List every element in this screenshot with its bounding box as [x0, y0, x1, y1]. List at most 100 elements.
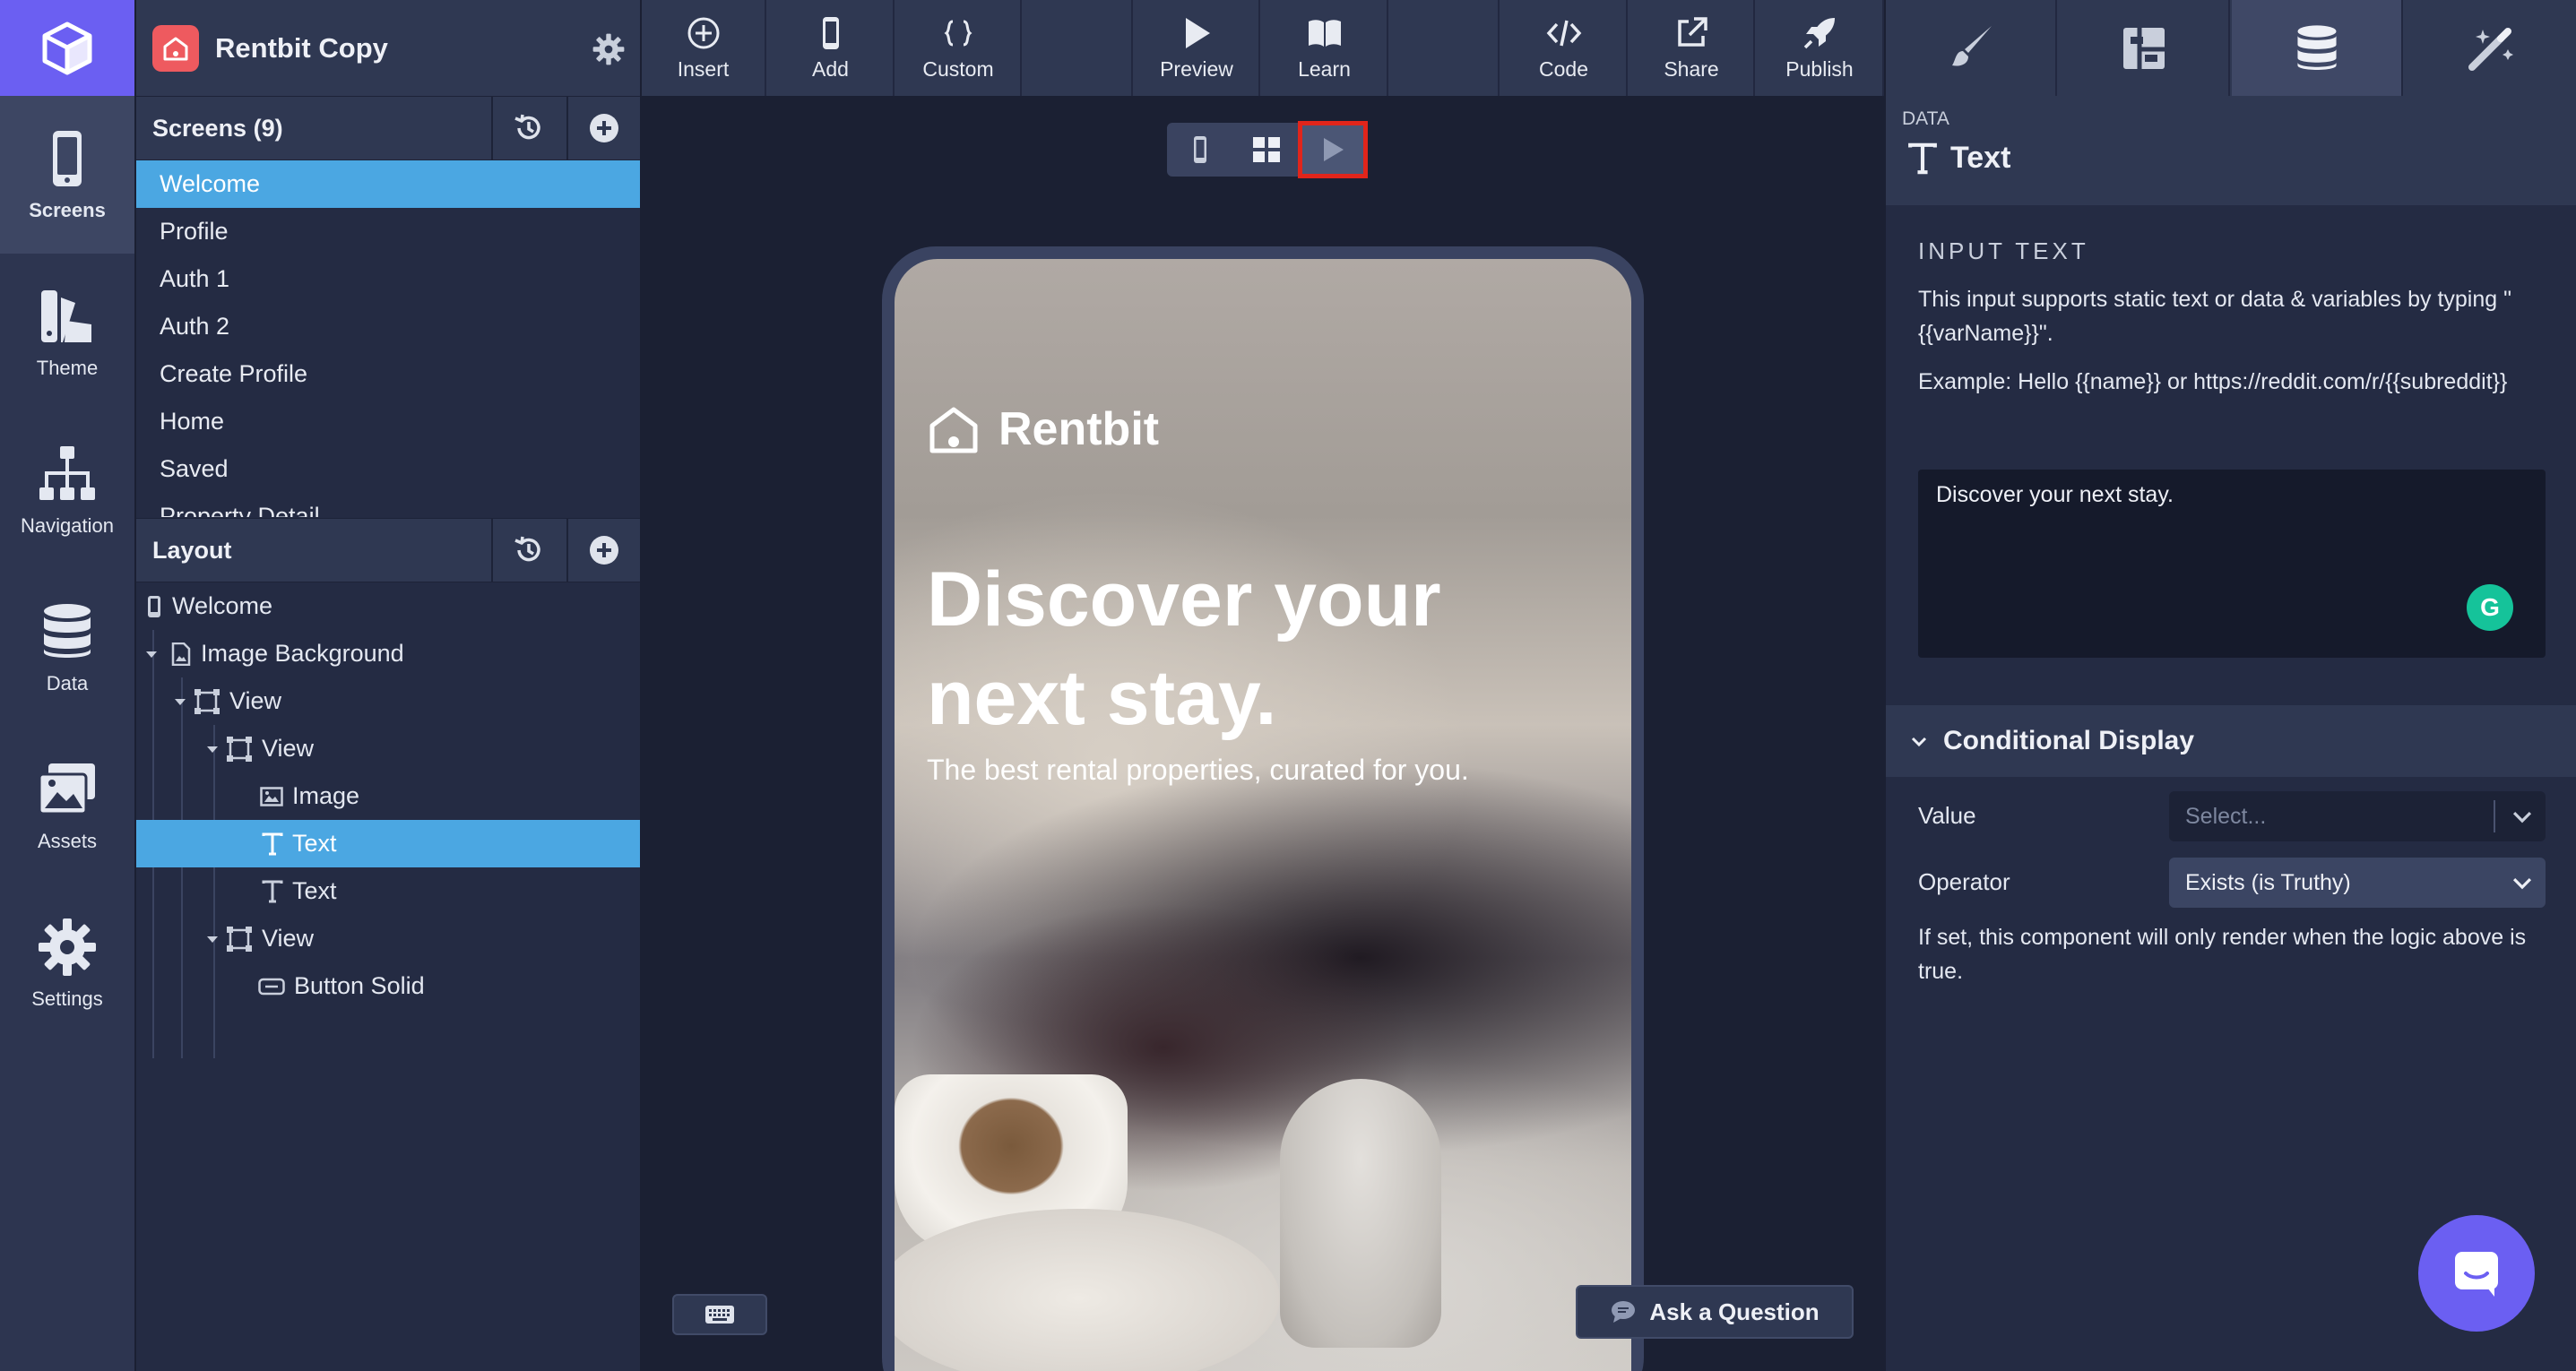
rail-item-assets[interactable]: Assets: [0, 727, 134, 884]
screen-item-create-profile[interactable]: Create Profile: [136, 350, 640, 398]
chevron-down-icon: [1911, 737, 1927, 747]
caret-down-icon[interactable]: [172, 694, 188, 710]
chevron-down-icon: [2512, 812, 2532, 823]
interactive-preview-button[interactable]: [1298, 121, 1368, 178]
input-help-text: This input supports static text or data …: [1918, 287, 2511, 346]
phone-icon: [53, 131, 82, 186]
history-icon: [514, 536, 540, 562]
tab-magic[interactable]: [2405, 0, 2576, 96]
images-icon: [38, 763, 95, 815]
magic-wand-icon: [2468, 27, 2513, 71]
add-label: Add: [812, 57, 849, 81]
single-device-view-button[interactable]: [1167, 123, 1233, 177]
rail-label-theme: Theme: [36, 357, 99, 379]
tree-node-text[interactable]: Text: [136, 867, 640, 915]
play-icon: [1324, 138, 1344, 161]
insert-button[interactable]: Insert: [642, 0, 766, 96]
screen-item-auth-1[interactable]: Auth 1: [136, 255, 640, 303]
rail-item-settings[interactable]: Settings: [0, 884, 134, 1042]
app-logo[interactable]: [0, 0, 134, 96]
caret-down-icon[interactable]: [143, 646, 160, 662]
rail-item-data[interactable]: Data: [0, 569, 134, 727]
toolbar-spacer: [1024, 0, 1133, 96]
value-select-placeholder: Select...: [2185, 803, 2267, 829]
tree-label: Text: [292, 877, 337, 904]
share-button[interactable]: Share: [1629, 0, 1755, 96]
share-external-icon: [1678, 17, 1707, 47]
share-label: Share: [1664, 57, 1719, 81]
welcome-screen-preview: Rentbit Discover your next stay. The bes…: [895, 259, 1631, 1371]
hero-headline[interactable]: Discover your next stay.: [927, 550, 1572, 747]
caret-down-icon[interactable]: [204, 931, 220, 947]
ask-question-button[interactable]: Ask a Question: [1576, 1285, 1854, 1339]
rail-item-navigation[interactable]: Navigation: [0, 411, 134, 569]
preview-label: Preview: [1160, 57, 1233, 81]
properties-title-text: Text: [1950, 141, 2011, 175]
tree-node-button-solid[interactable]: Button Solid: [136, 962, 640, 1010]
button-icon: [258, 978, 285, 995]
plus-circle-outline-icon: [687, 17, 719, 49]
image-file-icon: [171, 642, 191, 666]
grid-view-button[interactable]: [1233, 123, 1300, 177]
layout-history-button[interactable]: [491, 519, 565, 582]
publish-button[interactable]: Publish: [1757, 0, 1884, 96]
tree-node-image-background[interactable]: Image Background: [136, 630, 640, 677]
tree-node-text-selected[interactable]: Text: [136, 820, 640, 867]
plus-circle-icon: [590, 114, 618, 142]
add-button[interactable]: Add: [768, 0, 895, 96]
tab-style[interactable]: [1886, 0, 2057, 96]
tree-node-view[interactable]: View: [136, 915, 640, 962]
rail-label-screens: Screens: [29, 199, 106, 221]
preview-button[interactable]: Preview: [1135, 0, 1260, 96]
rail-item-screens[interactable]: Screens: [0, 96, 134, 254]
conditional-help-text: If set, this component will only render …: [1918, 925, 2527, 984]
tree-node-view[interactable]: View: [136, 725, 640, 772]
properties-category: DATA: [1902, 108, 1949, 129]
house-icon: [929, 407, 978, 453]
learn-button[interactable]: Learn: [1262, 0, 1388, 96]
input-text-field[interactable]: Discover your next stay. G: [1918, 470, 2546, 658]
view-frame-icon: [194, 688, 220, 714]
grammarly-icon[interactable]: G: [2467, 584, 2513, 631]
rail-item-theme[interactable]: Theme: [0, 254, 134, 411]
project-settings-icon[interactable]: [592, 32, 626, 66]
layout-section-header: Layout: [136, 518, 640, 582]
add-screen-button[interactable]: [566, 97, 640, 160]
bird-figurine-photo: [1280, 1079, 1441, 1348]
custom-button[interactable]: Custom: [896, 0, 1022, 96]
phone-icon: [148, 595, 160, 617]
tree-label: Text: [292, 830, 337, 857]
hero-subheadline[interactable]: The best rental properties, curated for …: [927, 754, 1469, 787]
database-icon: [2296, 24, 2337, 70]
support-chat-button[interactable]: [2418, 1215, 2535, 1332]
tree-node-view[interactable]: View: [136, 677, 640, 725]
add-component-button[interactable]: [566, 519, 640, 582]
screen-item-welcome[interactable]: Welcome: [136, 160, 640, 208]
tree-node-welcome[interactable]: Welcome: [136, 582, 640, 630]
text-type-icon: [262, 832, 283, 855]
screen-item-home[interactable]: Home: [136, 398, 640, 445]
keyboard-shortcuts-button[interactable]: [672, 1294, 767, 1335]
design-canvas: Rentbit Discover your next stay. The bes…: [642, 96, 1884, 1371]
screen-item-property-detail[interactable]: Property Detail: [136, 493, 640, 517]
screen-item-saved[interactable]: Saved: [136, 445, 640, 493]
ask-question-label: Ask a Question: [1649, 1298, 1820, 1325]
properties-title: Text: [1907, 141, 2010, 176]
value-select[interactable]: Select...: [2169, 791, 2546, 841]
tree-label: Image: [292, 782, 360, 809]
properties-header: DATA Text: [1886, 96, 2576, 205]
code-button[interactable]: Code: [1501, 0, 1628, 96]
rail-label-assets: Assets: [37, 830, 98, 852]
screens-history-button[interactable]: [491, 97, 565, 160]
screen-item-profile[interactable]: Profile: [136, 208, 640, 255]
screen-item-auth-2[interactable]: Auth 2: [136, 303, 640, 350]
caret-down-icon[interactable]: [204, 741, 220, 757]
conditional-display-header[interactable]: Conditional Display: [1886, 705, 2576, 777]
database-icon: [44, 604, 91, 658]
curly-braces-icon: [944, 20, 972, 47]
operator-select[interactable]: Exists (is Truthy): [2169, 858, 2546, 908]
tab-layout[interactable]: [2059, 0, 2230, 96]
tree-node-image[interactable]: Image: [136, 772, 640, 820]
tab-data[interactable]: [2232, 0, 2403, 96]
input-text-value: Discover your next stay.: [1936, 482, 2174, 507]
